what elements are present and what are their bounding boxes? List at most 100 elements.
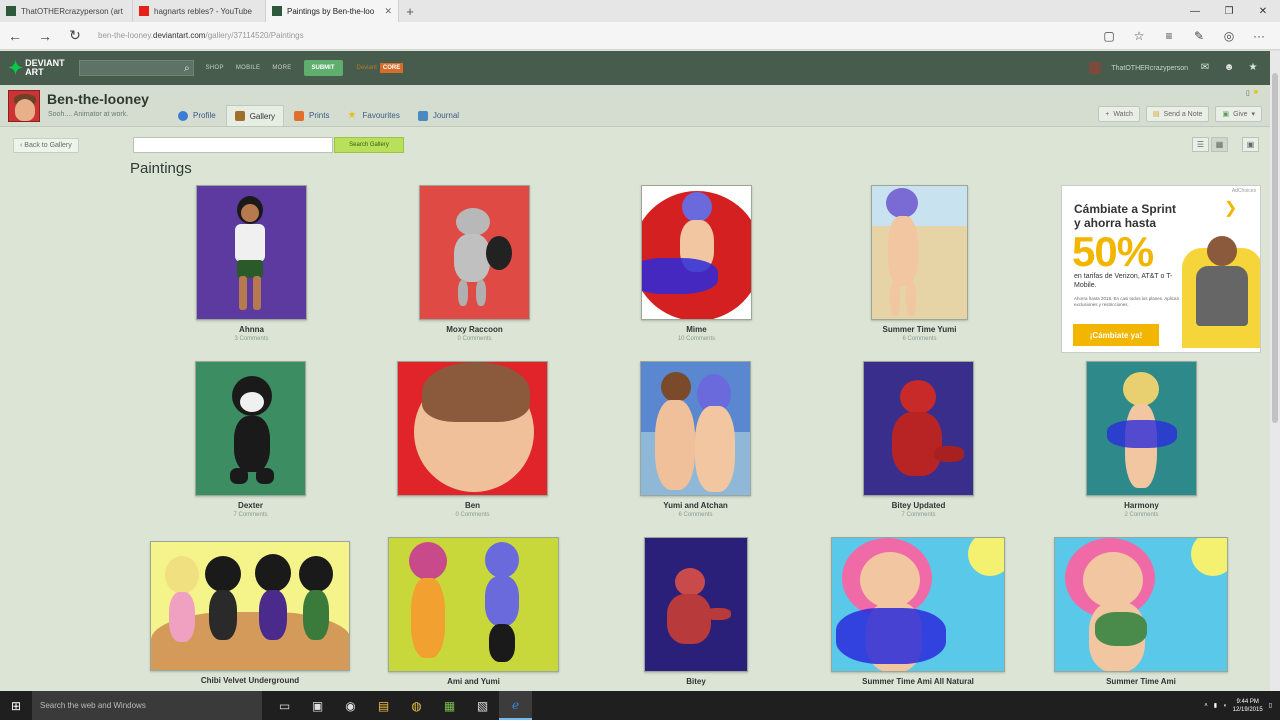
edge-browser-icon[interactable]: ℯ — [499, 691, 532, 720]
give-button[interactable]: ▣ Give ▾ — [1215, 106, 1262, 122]
maximize-icon[interactable]: ❐ — [1212, 0, 1246, 22]
search-gallery-button[interactable]: Search Gallery — [334, 137, 404, 153]
thumb-comments[interactable]: 6 Comments — [610, 512, 781, 518]
thumb-title[interactable]: Harmony — [1056, 501, 1227, 510]
thumb-image[interactable] — [150, 541, 350, 671]
page-scrollbar[interactable] — [1270, 51, 1280, 691]
advertisement[interactable]: AdChoices ❯ Cámbiate a Sprint y ahorra ha… — [1061, 185, 1261, 353]
thumb-title[interactable]: Ben — [367, 501, 578, 510]
tab-prints[interactable]: Prints — [286, 105, 337, 126]
messages-icon[interactable]: ✉ — [1198, 62, 1212, 74]
thumb-title[interactable]: Mime — [611, 325, 782, 334]
back-to-gallery-button[interactable]: ‹ Back to Gallery — [13, 138, 79, 153]
gallery-thumb[interactable]: Bitey — [644, 537, 748, 686]
thumb-comments[interactable]: 7 Comments — [165, 512, 336, 518]
forward-arrow-icon[interactable]: → — [30, 22, 60, 50]
volume-icon[interactable]: ◖ — [1223, 703, 1227, 709]
reading-view-icon[interactable]: ▢ — [1094, 29, 1124, 43]
ad-cta-button[interactable]: ¡Cámbiate ya! — [1073, 324, 1159, 346]
chrome-icon[interactable]: ◍ — [400, 691, 433, 720]
browser-tab-1[interactable]: ThatOTHERcrazyperson (art — [0, 0, 133, 22]
file-explorer-icon[interactable]: ▤ — [367, 691, 400, 720]
profile-name[interactable]: Ben-the-looney — [47, 91, 149, 107]
thumb-image[interactable] — [863, 361, 974, 496]
site-search-input[interactable]: ⌕ — [78, 60, 194, 76]
thumb-image[interactable] — [644, 537, 748, 672]
thumb-title[interactable]: Ahnna — [166, 325, 337, 334]
tab-gallery[interactable]: Gallery — [225, 105, 285, 126]
store-icon[interactable]: ▣ — [301, 691, 334, 720]
tab-journal[interactable]: Journal — [410, 105, 467, 126]
search-icon[interactable]: ⌕ — [184, 63, 190, 74]
thumb-title[interactable]: Moxy Raccoon — [389, 325, 560, 334]
profile-avatar[interactable] — [8, 90, 40, 122]
gallery-thumb[interactable]: Mime 10 Comments — [641, 185, 752, 342]
gallery-thumb[interactable]: Harmony 2 Comments — [1086, 361, 1197, 518]
close-tab-icon[interactable]: ✕ — [384, 6, 392, 17]
gallery-thumb[interactable]: Summer Time Ami — [1054, 537, 1228, 686]
user-avatar[interactable] — [1089, 62, 1102, 74]
thumb-comments[interactable]: 7 Comments — [833, 512, 1004, 518]
thumb-image[interactable] — [871, 185, 968, 320]
tray-up-icon[interactable]: ˄ — [1204, 703, 1208, 709]
username[interactable]: ThatOTHERcrazyperson — [1111, 65, 1188, 72]
gallery-thumb[interactable]: Ben 0 Comments — [397, 361, 548, 518]
task-view-icon[interactable]: ▭ — [268, 691, 301, 720]
new-tab-button[interactable]: + — [399, 0, 421, 22]
minimize-icon[interactable]: — — [1178, 0, 1212, 22]
gallery-search-input[interactable] — [133, 137, 333, 153]
list-view-icon[interactable]: ☰ — [1192, 137, 1209, 152]
thumb-image[interactable] — [397, 361, 548, 496]
mobile-icon[interactable]: ▯ — [1246, 89, 1250, 97]
tab-favourites[interactable]: ★ Favourites — [339, 105, 407, 126]
share-icon[interactable]: ◎ — [1214, 29, 1244, 43]
notification-icon[interactable]: ■ — [1254, 89, 1258, 97]
scrollbar-thumb[interactable] — [1272, 73, 1278, 423]
thumb-image[interactable] — [195, 361, 306, 496]
gallery-thumb[interactable]: Summer Time Yumi 6 Comments — [871, 185, 968, 342]
thumb-title[interactable]: Summer Time Yumi — [841, 325, 998, 334]
gallery-thumb[interactable]: Yumi and Atchan 6 Comments — [640, 361, 751, 518]
web-note-icon[interactable]: ✎ — [1184, 29, 1214, 43]
thumb-title[interactable]: Bitey Updated — [833, 501, 1004, 510]
thumb-image[interactable] — [1086, 361, 1197, 496]
thumb-comments[interactable]: 0 Comments — [367, 512, 578, 518]
gallery-thumb[interactable]: Summer Time Ami All Natural — [831, 537, 1005, 686]
submit-button[interactable]: SUBMIT — [303, 60, 343, 76]
browser-tab-2[interactable]: hagnarts rebles? - YouTube — [133, 0, 266, 22]
grid-view-icon[interactable]: ▦ — [1211, 137, 1228, 152]
close-window-icon[interactable]: ✕ — [1246, 0, 1280, 22]
thumb-image[interactable] — [641, 185, 752, 320]
thumb-comments[interactable]: 6 Comments — [841, 336, 998, 342]
thumb-comments[interactable]: 0 Comments — [389, 336, 560, 342]
tab-profile[interactable]: Profile — [170, 105, 224, 126]
thumb-comments[interactable]: 10 Comments — [611, 336, 782, 342]
gallery-thumb[interactable]: Bitey Updated 7 Comments — [863, 361, 974, 518]
deviantart-logo[interactable]: ✦ DEVIANT ART — [8, 59, 65, 78]
thumb-comments[interactable]: 3 Comments — [166, 336, 337, 342]
thumb-title[interactable]: Bitey — [614, 677, 778, 686]
thumb-image[interactable] — [1054, 537, 1228, 672]
app-icon-1[interactable]: ◉ — [334, 691, 367, 720]
notifications-icon[interactable]: ▯ — [1269, 702, 1272, 709]
network-icon[interactable]: ▮ — [1214, 702, 1217, 709]
clock[interactable]: 9:44 PM 12/19/2015 — [1233, 698, 1263, 714]
ad-choices[interactable]: AdChoices — [1232, 188, 1256, 194]
thumb-title[interactable]: Summer Time Ami — [1024, 677, 1258, 686]
windows-start-icon[interactable]: ⊞ — [0, 691, 32, 720]
back-arrow-icon[interactable]: ← — [0, 22, 30, 50]
favorite-star-icon[interactable]: ☆ — [1124, 29, 1154, 43]
thumb-title[interactable]: Dexter — [165, 501, 336, 510]
refresh-icon[interactable]: ↻ — [60, 22, 90, 50]
nav-mobile[interactable]: MOBILE — [236, 65, 260, 71]
app-icon-2[interactable]: ▦ — [433, 691, 466, 720]
thumb-title[interactable]: Summer Time Ami All Natural — [801, 677, 1035, 686]
gallery-thumb[interactable]: Moxy Raccoon 0 Comments — [419, 185, 530, 342]
taskbar-search-input[interactable]: Search the web and Windows — [32, 691, 262, 720]
nav-shop[interactable]: SHOP — [206, 65, 224, 71]
watch-icon[interactable]: ☻ — [1222, 62, 1236, 74]
url-field[interactable]: ben-the-looney.deviantart.com/gallery/37… — [98, 31, 1094, 40]
gallery-thumb[interactable]: Ahnna 3 Comments — [196, 185, 307, 342]
gallery-thumb[interactable]: Dexter 7 Comments — [195, 361, 306, 518]
thumb-image[interactable] — [196, 185, 307, 320]
